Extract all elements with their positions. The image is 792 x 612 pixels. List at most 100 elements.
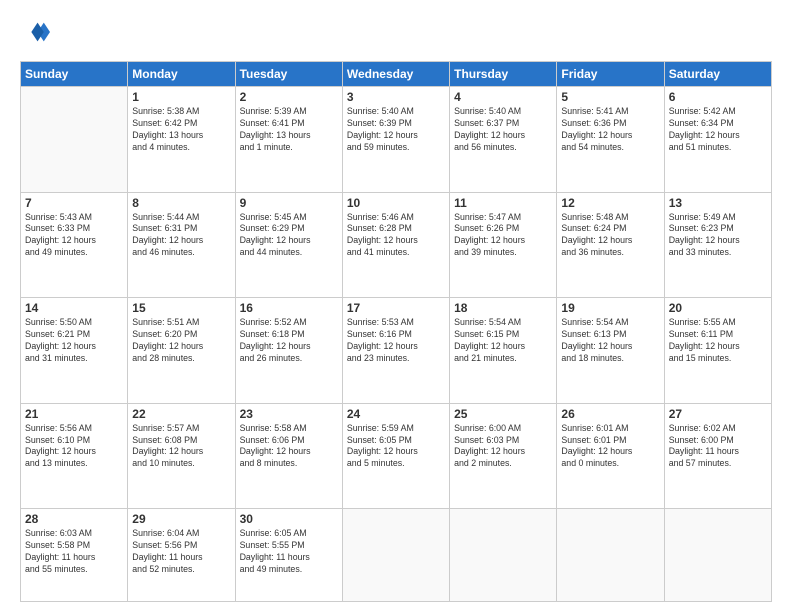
info-label: Daylight: xyxy=(347,446,384,456)
calendar-cell: 9Sunrise: 5:45 AMSunset: 6:29 PMDaylight… xyxy=(235,192,342,298)
info-continuation: and 39 minutes. xyxy=(454,247,552,259)
day-number: 30 xyxy=(240,512,338,526)
info-label: Sunset: xyxy=(561,329,593,339)
cell-info: Sunrise: 6:00 AMSunset: 6:03 PMDaylight:… xyxy=(454,423,552,471)
info-label: Sunset: xyxy=(240,223,272,233)
cell-info: Sunrise: 5:41 AMSunset: 6:36 PMDaylight:… xyxy=(561,106,659,154)
info-continuation: and 49 minutes. xyxy=(240,564,338,576)
info-continuation: and 36 minutes. xyxy=(561,247,659,259)
calendar-cell: 21Sunrise: 5:56 AMSunset: 6:10 PMDayligh… xyxy=(21,403,128,509)
info-label: Sunset: xyxy=(454,118,486,128)
day-number: 28 xyxy=(25,512,123,526)
day-number: 23 xyxy=(240,407,338,421)
day-number: 22 xyxy=(132,407,230,421)
info-value: 11 hours xyxy=(705,446,739,456)
day-number: 19 xyxy=(561,301,659,315)
day-number: 10 xyxy=(347,196,445,210)
info-value: 12 hours xyxy=(62,446,96,456)
calendar-cell: 15Sunrise: 5:51 AMSunset: 6:20 PMDayligh… xyxy=(128,298,235,404)
info-label: Sunrise: xyxy=(25,212,60,222)
info-label: Sunrise: xyxy=(240,528,275,538)
info-value: 6:00 PM xyxy=(701,435,734,445)
info-value: 12 hours xyxy=(598,130,632,140)
info-label: Sunrise: xyxy=(347,212,382,222)
info-label: Sunrise: xyxy=(454,423,489,433)
day-number: 6 xyxy=(669,90,767,104)
info-label: Sunrise: xyxy=(132,106,167,116)
calendar-cell: 4Sunrise: 5:40 AMSunset: 6:37 PMDaylight… xyxy=(450,87,557,193)
info-value: 6:16 PM xyxy=(379,329,412,339)
info-value: 12 hours xyxy=(169,235,203,245)
info-label: Sunset: xyxy=(454,223,486,233)
info-continuation: and 8 minutes. xyxy=(240,458,338,470)
calendar: SundayMondayTuesdayWednesdayThursdayFrid… xyxy=(20,61,772,602)
calendar-cell: 28Sunrise: 6:03 AMSunset: 5:58 PMDayligh… xyxy=(21,509,128,602)
info-value: 5:58 AM xyxy=(274,423,306,433)
calendar-cell xyxy=(21,87,128,193)
info-label: Sunrise: xyxy=(669,212,704,222)
info-value: 6:00 AM xyxy=(489,423,521,433)
info-label: Sunrise: xyxy=(561,423,596,433)
cell-info: Sunrise: 5:44 AMSunset: 6:31 PMDaylight:… xyxy=(132,212,230,260)
calendar-cell: 25Sunrise: 6:00 AMSunset: 6:03 PMDayligh… xyxy=(450,403,557,509)
info-label: Sunset: xyxy=(454,329,486,339)
cell-info: Sunrise: 5:51 AMSunset: 6:20 PMDaylight:… xyxy=(132,317,230,365)
info-value: 6:06 PM xyxy=(272,435,305,445)
info-label: Sunset: xyxy=(240,540,272,550)
day-number: 20 xyxy=(669,301,767,315)
info-value: 5:44 AM xyxy=(167,212,199,222)
info-value: 5:54 AM xyxy=(596,317,628,327)
calendar-cell: 18Sunrise: 5:54 AMSunset: 6:15 PMDayligh… xyxy=(450,298,557,404)
info-value: 12 hours xyxy=(169,446,203,456)
page: SundayMondayTuesdayWednesdayThursdayFrid… xyxy=(0,0,792,612)
info-label: Sunrise: xyxy=(132,528,167,538)
info-label: Daylight: xyxy=(669,446,706,456)
info-label: Daylight: xyxy=(25,552,62,562)
day-number: 3 xyxy=(347,90,445,104)
info-continuation: and 49 minutes. xyxy=(25,247,123,259)
info-value: 5:52 AM xyxy=(274,317,306,327)
info-label: Daylight: xyxy=(25,341,62,351)
info-value: 11 hours xyxy=(62,552,96,562)
info-label: Sunset: xyxy=(347,223,379,233)
info-label: Sunset: xyxy=(669,223,701,233)
info-value: 12 hours xyxy=(491,235,525,245)
calendar-cell: 23Sunrise: 5:58 AMSunset: 6:06 PMDayligh… xyxy=(235,403,342,509)
info-value: 5:51 AM xyxy=(167,317,199,327)
calendar-cell: 16Sunrise: 5:52 AMSunset: 6:18 PMDayligh… xyxy=(235,298,342,404)
info-label: Daylight: xyxy=(132,446,169,456)
info-label: Sunset: xyxy=(347,118,379,128)
info-continuation: and 46 minutes. xyxy=(132,247,230,259)
info-value: 12 hours xyxy=(384,130,418,140)
calendar-cell: 14Sunrise: 5:50 AMSunset: 6:21 PMDayligh… xyxy=(21,298,128,404)
info-value: 11 hours xyxy=(169,552,203,562)
day-number: 18 xyxy=(454,301,552,315)
calendar-cell: 8Sunrise: 5:44 AMSunset: 6:31 PMDaylight… xyxy=(128,192,235,298)
calendar-cell: 2Sunrise: 5:39 AMSunset: 6:41 PMDaylight… xyxy=(235,87,342,193)
info-value: 12 hours xyxy=(384,341,418,351)
info-value: 5:40 AM xyxy=(489,106,521,116)
cell-info: Sunrise: 6:02 AMSunset: 6:00 PMDaylight:… xyxy=(669,423,767,471)
cell-info: Sunrise: 5:40 AMSunset: 6:39 PMDaylight:… xyxy=(347,106,445,154)
info-value: 12 hours xyxy=(491,341,525,351)
info-value: 6:04 AM xyxy=(167,528,199,538)
info-continuation: and 52 minutes. xyxy=(132,564,230,576)
cell-info: Sunrise: 5:38 AMSunset: 6:42 PMDaylight:… xyxy=(132,106,230,154)
info-label: Daylight: xyxy=(561,235,598,245)
cell-info: Sunrise: 5:59 AMSunset: 6:05 PMDaylight:… xyxy=(347,423,445,471)
info-value: 5:50 AM xyxy=(60,317,92,327)
info-value: 6:01 PM xyxy=(594,435,627,445)
cell-info: Sunrise: 5:39 AMSunset: 6:41 PMDaylight:… xyxy=(240,106,338,154)
info-value: 6:26 PM xyxy=(486,223,519,233)
calendar-cell: 30Sunrise: 6:05 AMSunset: 5:55 PMDayligh… xyxy=(235,509,342,602)
info-continuation: and 51 minutes. xyxy=(669,142,767,154)
info-value: 5:55 PM xyxy=(272,540,305,550)
info-label: Sunset: xyxy=(25,540,57,550)
info-label: Sunrise: xyxy=(561,317,596,327)
info-value: 6:08 PM xyxy=(165,435,198,445)
calendar-cell xyxy=(342,509,449,602)
cell-info: Sunrise: 5:56 AMSunset: 6:10 PMDaylight:… xyxy=(25,423,123,471)
info-label: Daylight: xyxy=(132,235,169,245)
day-number: 7 xyxy=(25,196,123,210)
info-label: Sunrise: xyxy=(669,423,704,433)
